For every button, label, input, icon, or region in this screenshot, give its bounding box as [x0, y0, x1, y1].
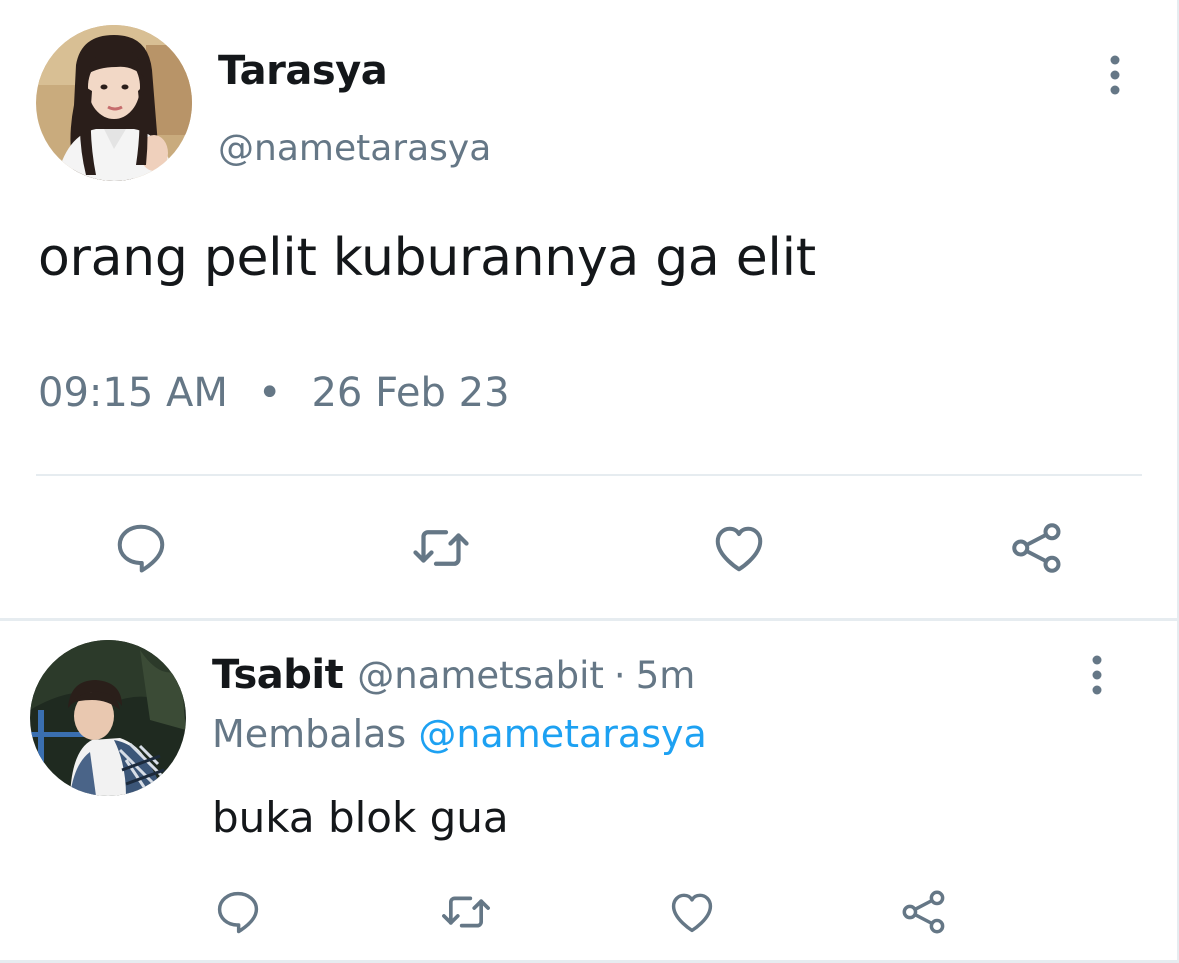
retweet-icon [442, 896, 490, 928]
replying-to-prefix: Membalas [212, 712, 407, 756]
reply-time-ago[interactable]: 5m [636, 654, 696, 697]
author-name[interactable]: Tarasya [218, 48, 388, 94]
reply-icon [217, 891, 259, 934]
tweet-time: 09:15 AM [38, 370, 228, 416]
reply-author-name[interactable]: Tsabit [212, 652, 344, 698]
author-handle[interactable]: @nametarasya [218, 128, 491, 169]
author-avatar[interactable] [36, 25, 192, 181]
reply-more-options-button[interactable] [1082, 650, 1112, 700]
reply-reply-button[interactable] [210, 884, 266, 940]
divider [0, 618, 1177, 621]
reply-text: buka blok gua [212, 793, 509, 842]
retweet-button[interactable] [406, 515, 476, 581]
like-icon [715, 526, 763, 572]
reply-icon [117, 524, 165, 573]
reply-author-handle[interactable]: @nametsabit [357, 654, 604, 697]
replying-to-link[interactable]: @nametarasya [418, 712, 706, 756]
share-icon [1012, 523, 1061, 573]
more-options-button[interactable] [1100, 50, 1130, 100]
like-button[interactable] [706, 515, 772, 581]
more-vertical-icon [1110, 55, 1120, 95]
reply-button[interactable] [108, 515, 174, 581]
avatar-photo-woman-icon [36, 25, 192, 181]
avatar-photo-man-icon [30, 640, 186, 796]
reply-separator: · [613, 654, 626, 697]
share-icon [902, 890, 945, 934]
reply-share-button[interactable] [896, 884, 952, 940]
divider [36, 474, 1142, 476]
meta-separator: • [257, 370, 282, 416]
replying-to-line: Membalas @nametarasya [212, 712, 707, 756]
retweet-icon [413, 530, 469, 566]
tweet-text: orang pelit kuburannya ga elit [38, 228, 816, 288]
share-button[interactable] [1004, 515, 1070, 581]
reply-like-button[interactable] [664, 884, 720, 940]
main-tweet: Tarasya @nametarasya orang pelit kuburan… [0, 0, 1177, 620]
like-icon [671, 893, 713, 933]
more-vertical-icon [1092, 655, 1102, 695]
tweet-date: 26 Feb 23 [311, 370, 510, 416]
tweet-timestamp[interactable]: 09:15 AM • 26 Feb 23 [38, 370, 510, 416]
reply-author-avatar[interactable] [30, 640, 186, 796]
tweet-detail-page: Tarasya @nametarasya orang pelit kuburan… [0, 0, 1179, 963]
reply-retweet-button[interactable] [436, 884, 496, 940]
reply-header: Tsabit @nametsabit · 5m [212, 652, 695, 698]
